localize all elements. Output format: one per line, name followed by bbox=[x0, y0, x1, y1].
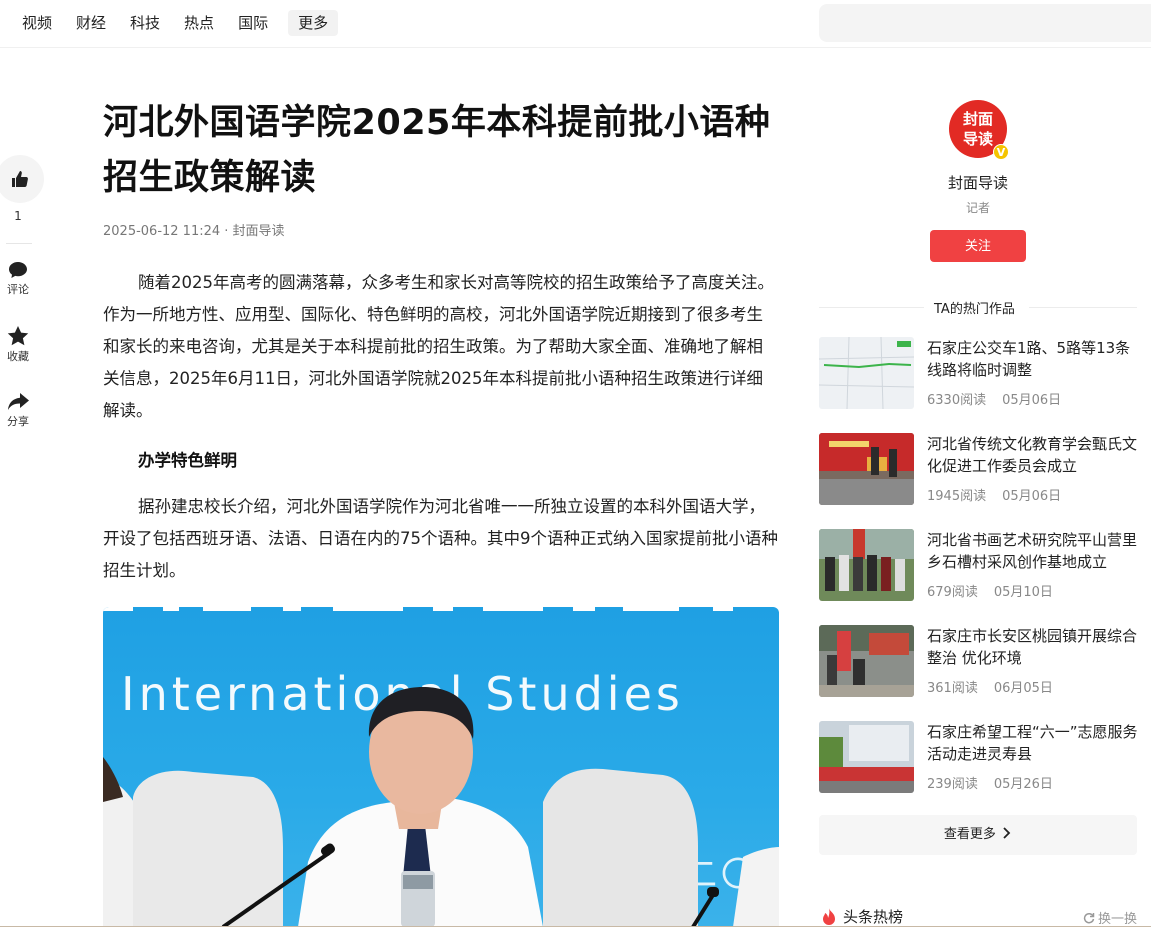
article-title: 河北外国语学院2025年本科提前批小语种招生政策解读 bbox=[103, 103, 771, 198]
avatar-text: 封面导读 bbox=[962, 110, 993, 148]
top-navigation-bar: 视频 财经 科技 热点 国际 更多 bbox=[0, 0, 1151, 48]
rail-divider bbox=[6, 243, 32, 244]
share-label: 分享 bbox=[7, 415, 29, 428]
list-item[interactable]: 石家庄希望工程“六一”志愿服务活动走进灵寿县 239阅读 05月26日 bbox=[819, 721, 1139, 817]
channel-nav: 视频 财经 科技 热点 国际 更多 bbox=[12, 10, 342, 36]
follow-button[interactable]: 关注 bbox=[930, 230, 1026, 262]
article-paragraph: 随着2025年高考的圆满落幕，众多考生和家长对高等院校的招生政策给予了高度关注。… bbox=[103, 273, 774, 420]
publish-date: 05月06日 bbox=[1002, 393, 1062, 408]
thumbnail-image[interactable] bbox=[819, 433, 914, 505]
search-input[interactable] bbox=[819, 4, 1151, 42]
nav-item-video[interactable]: 视频 bbox=[12, 10, 62, 36]
read-count: 679阅读 bbox=[927, 585, 978, 600]
map-thumbnail bbox=[819, 337, 914, 409]
work-title[interactable]: 石家庄市长安区桃园镇开展综合整治 优化环境 bbox=[927, 625, 1139, 669]
thumbs-up-icon bbox=[12, 171, 28, 187]
divider-line bbox=[819, 307, 924, 308]
work-stats: 1945阅读 05月06日 bbox=[927, 485, 1061, 504]
work-stats: 679阅读 05月10日 bbox=[927, 581, 1053, 600]
event-thumbnail bbox=[819, 721, 914, 793]
hot-works-header: TA的热门作品 bbox=[819, 298, 1137, 317]
hot-works-list: 石家庄公交车1路、5路等13条线路将临时调整 6330阅读 05月06日 河北省传… bbox=[819, 337, 1139, 817]
refresh-icon bbox=[1083, 912, 1095, 924]
article-photo: International Studies 二〇二五年 bbox=[103, 607, 779, 927]
verified-badge-icon: V bbox=[993, 144, 1009, 160]
author-role: 记者 bbox=[965, 201, 990, 215]
publish-date: 05月10日 bbox=[993, 585, 1053, 600]
article-paragraph: 据孙建忠校长介绍，河北外国语学院作为河北省唯一一所独立设置的本科外国语大学，开设… bbox=[103, 497, 778, 580]
thumbnail-image[interactable] bbox=[819, 529, 914, 601]
thumbnail-image[interactable] bbox=[819, 721, 914, 793]
favorite-label: 收藏 bbox=[7, 350, 29, 363]
star-icon bbox=[7, 326, 29, 346]
comment-icon bbox=[9, 262, 27, 278]
see-more-label: 查看更多 bbox=[943, 827, 996, 842]
flame-icon bbox=[823, 908, 835, 925]
work-title[interactable]: 石家庄希望工程“六一”志愿服务活动走进灵寿县 bbox=[927, 721, 1139, 765]
article-body: 河北外国语学院2025年本科提前批小语种招生政策解读 2025-06-12 11… bbox=[103, 96, 779, 587]
street-thumbnail bbox=[819, 625, 914, 697]
article-meta: 2025-06-12 11:24 · 封面导读 bbox=[103, 224, 285, 239]
read-count: 361阅读 bbox=[927, 681, 978, 696]
thumbnail-image[interactable] bbox=[819, 625, 914, 697]
article-subheading: 办学特色鲜明 bbox=[138, 451, 237, 470]
favorite-button[interactable]: 收藏 bbox=[0, 326, 36, 364]
read-count: 6330阅读 bbox=[927, 393, 987, 408]
publish-date: 05月06日 bbox=[1002, 489, 1062, 504]
comment-label: 评论 bbox=[7, 283, 29, 296]
group-photo-thumbnail bbox=[819, 529, 914, 601]
like-count: 1 bbox=[14, 209, 22, 223]
see-more-button[interactable]: 查看更多 bbox=[819, 815, 1137, 855]
list-item[interactable]: 石家庄市长安区桃园镇开展综合整治 优化环境 361阅读 06月05日 bbox=[819, 625, 1137, 721]
share-button[interactable]: 分享 bbox=[0, 393, 36, 429]
nav-item-tech[interactable]: 科技 bbox=[120, 10, 170, 36]
ceremony-thumbnail bbox=[819, 433, 914, 505]
divider-line bbox=[1029, 307, 1137, 308]
read-count: 1945阅读 bbox=[927, 489, 987, 504]
nav-item-hot[interactable]: 热点 bbox=[174, 10, 224, 36]
work-stats: 6330阅读 05月06日 bbox=[927, 389, 1061, 408]
publish-date: 06月05日 bbox=[993, 681, 1053, 696]
author-name[interactable]: 封面导读 bbox=[900, 172, 1056, 193]
author-card: 封面导读 V 封面导读 记者 关注 bbox=[900, 100, 1056, 262]
list-item[interactable]: 石家庄公交车1路、5路等13条线路将临时调整 6330阅读 05月06日 bbox=[819, 337, 1137, 433]
author-avatar[interactable]: 封面导读 V bbox=[949, 100, 1009, 160]
refresh-label: 换一换 bbox=[1097, 912, 1137, 927]
refresh-button[interactable]: 换一换 bbox=[1083, 908, 1137, 927]
share-icon bbox=[8, 393, 29, 410]
hot-board-header: 头条热榜 换一换 bbox=[819, 906, 1137, 927]
nav-item-finance[interactable]: 财经 bbox=[66, 10, 116, 36]
chevron-right-icon bbox=[1003, 827, 1011, 839]
work-title[interactable]: 石家庄公交车1路、5路等13条线路将临时调整 bbox=[927, 337, 1139, 381]
comment-button[interactable]: 评论 bbox=[0, 261, 36, 297]
speaker-figure bbox=[103, 687, 779, 927]
work-stats: 239阅读 05月26日 bbox=[927, 773, 1053, 792]
work-stats: 361阅读 06月05日 bbox=[927, 677, 1053, 696]
list-item[interactable]: 河北省书画艺术研究院平山营里乡石槽村采风创作基地成立 679阅读 05月10日 bbox=[819, 529, 1137, 625]
nav-more-button[interactable]: 更多 bbox=[288, 10, 339, 36]
hot-board-title: 头条热榜 bbox=[843, 908, 904, 926]
work-title[interactable]: 河北省传统文化教育学会甄氏文化促进工作委员会成立 bbox=[927, 433, 1139, 477]
hot-works-title: TA的热门作品 bbox=[934, 302, 1015, 317]
thumbnail-image[interactable] bbox=[819, 337, 914, 409]
work-title[interactable]: 河北省书画艺术研究院平山营里乡石槽村采风创作基地成立 bbox=[927, 529, 1139, 573]
read-count: 239阅读 bbox=[927, 777, 978, 792]
publish-date: 05月26日 bbox=[993, 777, 1053, 792]
list-item[interactable]: 河北省传统文化教育学会甄氏文化促进工作委员会成立 1945阅读 05月06日 bbox=[819, 433, 1137, 529]
nav-item-international[interactable]: 国际 bbox=[228, 10, 278, 36]
